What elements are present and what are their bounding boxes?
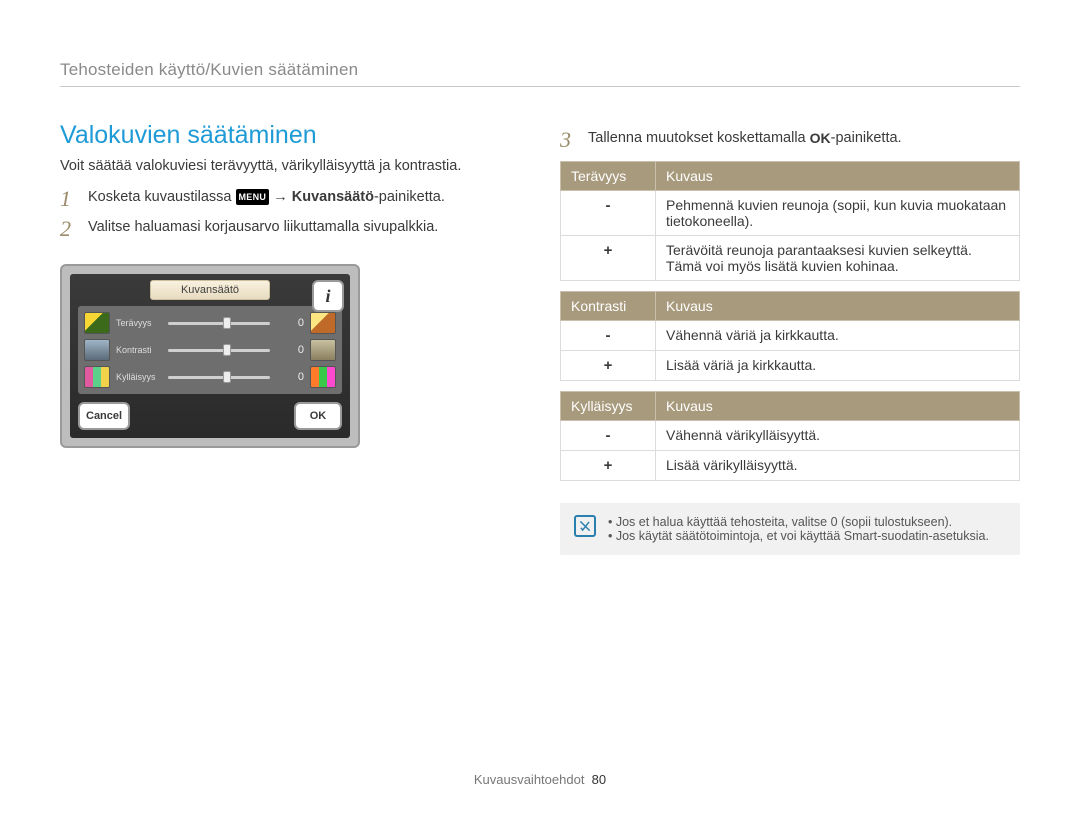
step-text: Kosketa kuvaustilassa MENU → Kuvansäätö-… <box>88 188 445 208</box>
manual-page: Tehosteiden käyttö/Kuvien säätäminen Val… <box>0 0 1080 815</box>
note-icon <box>574 515 596 537</box>
saturation-slider[interactable] <box>168 370 286 384</box>
text: Kosketa kuvaustilassa <box>88 189 236 205</box>
step-text: Tallenna muutokset koskettamalla OK-pain… <box>588 129 902 149</box>
section-heading: Valokuvien säätäminen <box>60 121 520 150</box>
table-contrast: KontrastiKuvaus -Vähennä väriä ja kirkka… <box>560 291 1020 381</box>
footer-section: Kuvausvaihtoehdot <box>474 772 585 787</box>
section-intro: Voit säätää valokuviesi terävyyttä, väri… <box>60 158 520 174</box>
step-2: 2 Valitse haluamasi korjausarvo liikutta… <box>60 218 520 240</box>
table-row: +Terävöitä reunoja parantaaksesi kuvien … <box>561 236 1020 281</box>
device-figure: i Kuvansäätö Terävyys 0 <box>60 264 520 448</box>
th: Kuvaus <box>656 392 1020 421</box>
emphasis: Kuvansäätö <box>292 189 374 205</box>
cell-desc: Lisää väriä ja kirkkautta. <box>656 351 1020 381</box>
th: Terävyys <box>561 162 656 191</box>
row-label: Kylläisyys <box>116 372 162 382</box>
divider <box>60 86 1020 87</box>
row-label: Kontrasti <box>116 345 162 355</box>
cell-desc: Vähennä väriä ja kirkkautta. <box>656 321 1020 351</box>
cell-desc: Lisää värikylläisyyttä. <box>656 451 1020 481</box>
right-column: 3 Tallenna muutokset koskettamalla OK-pa… <box>560 121 1020 555</box>
th: Kuvaus <box>656 162 1020 191</box>
cell-desc: Pehmennä kuvien reunoja (sopii, kun kuvi… <box>656 191 1020 236</box>
table-row: -Vähennä värikylläisyyttä. <box>561 421 1020 451</box>
step-number: 1 <box>60 188 78 210</box>
cell-sign: + <box>561 351 656 381</box>
ok-icon: OK <box>810 129 831 148</box>
cancel-button[interactable]: Cancel <box>78 402 130 430</box>
th: Kontrasti <box>561 292 656 321</box>
row-saturation: Kylläisyys 0 <box>84 366 336 388</box>
thumb-icon <box>310 339 336 361</box>
cell-sign: + <box>561 451 656 481</box>
row-contrast: Kontrasti 0 <box>84 339 336 361</box>
text: -painiketta. <box>374 189 445 205</box>
thumb-icon <box>84 366 110 388</box>
row-value: 0 <box>292 371 304 383</box>
table-row: +Lisää väriä ja kirkkautta. <box>561 351 1020 381</box>
ok-button[interactable]: OK <box>294 402 342 430</box>
cell-sign: + <box>561 236 656 281</box>
th: Kylläisyys <box>561 392 656 421</box>
table-row: -Pehmennä kuvien reunoja (sopii, kun kuv… <box>561 191 1020 236</box>
cell-desc: Terävöitä reunoja parantaaksesi kuvien s… <box>656 236 1020 281</box>
cell-desc: Vähennä värikylläisyyttä. <box>656 421 1020 451</box>
device-frame: i Kuvansäätö Terävyys 0 <box>60 264 360 448</box>
step-text: Valitse haluamasi korjausarvo liikuttama… <box>88 218 438 238</box>
breadcrumb: Tehosteiden käyttö/Kuvien säätäminen <box>60 60 1020 80</box>
cell-sign: - <box>561 421 656 451</box>
row-value: 0 <box>292 317 304 329</box>
page-footer: Kuvausvaihtoehdot 80 <box>0 772 1080 787</box>
text: -painiketta. <box>831 130 902 146</box>
note-item: Jos käytät säätötoimintoja, et voi käytt… <box>608 529 989 543</box>
step-1: 1 Kosketa kuvaustilassa MENU → Kuvansäät… <box>60 188 520 210</box>
text: → <box>269 189 292 205</box>
text: Tallenna muutokset koskettamalla <box>588 130 810 146</box>
content-columns: Valokuvien säätäminen Voit säätää valoku… <box>60 121 1020 555</box>
thumb-icon <box>310 312 336 334</box>
note-item: Jos et halua käyttää tehosteita, valitse… <box>608 515 989 529</box>
table-saturation: KylläisyysKuvaus -Vähennä värikylläisyyt… <box>560 391 1020 481</box>
row-value: 0 <box>292 344 304 356</box>
panel-title: Kuvansäätö <box>150 280 270 300</box>
thumb-icon <box>84 312 110 334</box>
table-row: +Lisää värikylläisyyttä. <box>561 451 1020 481</box>
thumb-icon <box>310 366 336 388</box>
menu-chip-icon: MENU <box>236 189 270 205</box>
device-button-row: Cancel OK <box>78 402 342 430</box>
step-number: 2 <box>60 218 78 240</box>
sharpness-slider[interactable] <box>168 316 286 330</box>
note-box: Jos et halua käyttää tehosteita, valitse… <box>560 503 1020 555</box>
cell-sign: - <box>561 191 656 236</box>
left-column: Valokuvien säätäminen Voit säätää valoku… <box>60 121 520 555</box>
thumb-icon <box>84 339 110 361</box>
step-number: 3 <box>560 129 578 151</box>
adjustment-rows: Terävyys 0 Kontrasti 0 <box>78 306 342 394</box>
note-list: Jos et halua käyttää tehosteita, valitse… <box>608 515 989 543</box>
device-screen: i Kuvansäätö Terävyys 0 <box>70 274 350 438</box>
step-3: 3 Tallenna muutokset koskettamalla OK-pa… <box>560 129 1020 151</box>
page-number: 80 <box>592 772 606 787</box>
row-sharpness: Terävyys 0 <box>84 312 336 334</box>
row-label: Terävyys <box>116 318 162 328</box>
table-row: -Vähennä väriä ja kirkkautta. <box>561 321 1020 351</box>
info-button[interactable]: i <box>312 280 344 312</box>
table-sharpness: TerävyysKuvaus -Pehmennä kuvien reunoja … <box>560 161 1020 281</box>
cell-sign: - <box>561 321 656 351</box>
th: Kuvaus <box>656 292 1020 321</box>
contrast-slider[interactable] <box>168 343 286 357</box>
